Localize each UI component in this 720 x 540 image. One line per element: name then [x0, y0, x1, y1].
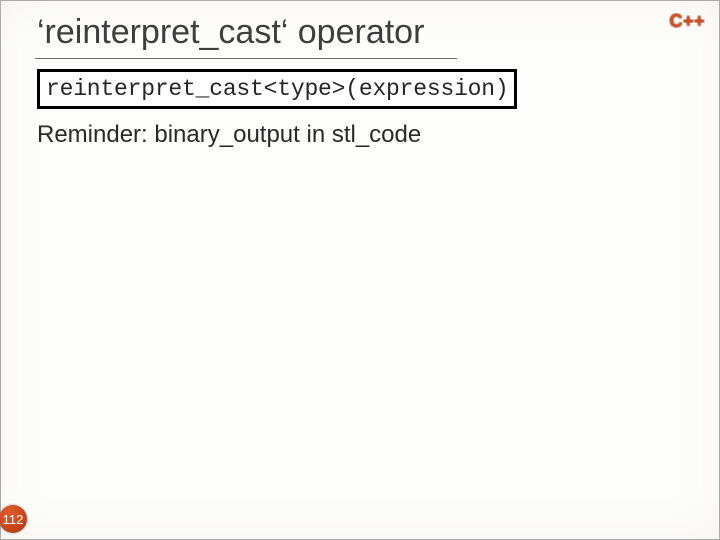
page-number-badge: 112	[0, 505, 27, 533]
language-badge: C++	[669, 11, 705, 32]
code-syntax-text: reinterpret_cast<type>(expression)	[46, 76, 508, 102]
slide-title: ‘reinterpret_cast‘ operator	[35, 9, 457, 59]
reminder-text: Reminder: binary_output in stl_code	[37, 121, 421, 149]
code-syntax-box: reinterpret_cast<type>(expression)	[37, 69, 517, 109]
slide-container: ‘reinterpret_cast‘ operator reinterpret_…	[0, 0, 720, 540]
